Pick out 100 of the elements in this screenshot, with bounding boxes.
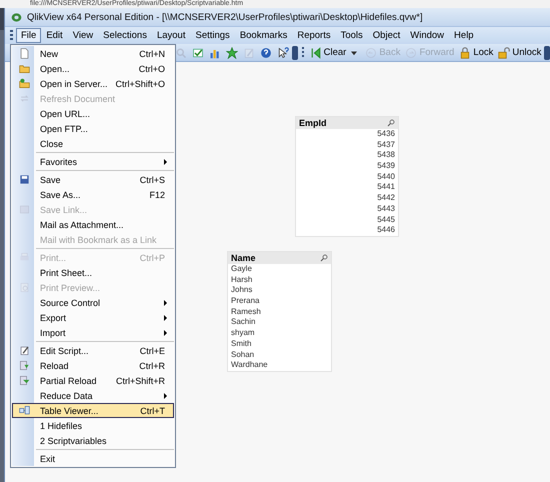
overflow-button[interactable]	[292, 46, 298, 60]
menu-item[interactable]: Reduce Data	[12, 388, 174, 403]
menu-item[interactable]: Edit Script... Ctrl+E	[12, 343, 174, 358]
list-value[interactable]: shyam	[228, 328, 331, 339]
menu-item-label: Print Sheet...	[39, 268, 94, 278]
unlock-icon	[498, 46, 510, 58]
table-icon	[18, 405, 30, 416]
back-icon	[365, 46, 378, 58]
list-value[interactable]: Sohan	[228, 350, 331, 360]
list-value[interactable]: 5442	[296, 193, 398, 204]
menu-item[interactable]: Exit	[12, 451, 174, 466]
toolbar-button[interactable]: Unlock	[496, 46, 544, 60]
menu-item[interactable]: 2 Scriptvariables	[12, 433, 174, 448]
window-title: QlikView x64 Personal Edition - [\\MCNSERVER2\UserProfiles\ptiwari\Desktop\Hidefiles.qvw*]	[27, 12, 423, 22]
list-value[interactable]: Gayle	[228, 264, 331, 275]
menu-item-label: 1 Hidefiles	[39, 420, 84, 430]
star-icon	[226, 46, 238, 58]
menu-item[interactable]: Tools	[336, 28, 368, 43]
list-value[interactable]: 5439	[296, 161, 398, 172]
menu-item[interactable]: Open in Server... Ctrl+Shift+O	[12, 76, 174, 91]
menu-item[interactable]: Open... Ctrl+O	[12, 61, 174, 76]
menu-item[interactable]: Reports	[292, 28, 336, 43]
menu-item[interactable]: Save As... F12	[12, 187, 174, 202]
list-value[interactable]: Sachin	[228, 317, 331, 328]
submenu-arrow-icon	[164, 158, 167, 164]
menu-item-label: Exit	[39, 454, 56, 464]
forward-icon	[405, 46, 418, 58]
list-value[interactable]: Johns	[228, 285, 331, 296]
list-value[interactable]: 5438	[296, 150, 398, 162]
list-value[interactable]: Ramesh	[228, 306, 331, 318]
menu-item[interactable]: Source Control	[12, 295, 174, 310]
list-value[interactable]: 5436	[296, 129, 398, 140]
toolbar-button[interactable]: Lock	[457, 46, 496, 60]
menu-item[interactable]: New Ctrl+N	[12, 46, 174, 61]
menu-item-label: Open FTP...	[39, 124, 89, 134]
menu-item[interactable]: 1 Hidefiles	[12, 418, 174, 433]
list-value[interactable]: 5440	[296, 172, 398, 182]
menu-item[interactable]: Open URL...	[12, 106, 174, 121]
menu-item-label: 2 Scriptvariables	[39, 436, 108, 446]
edit-icon	[18, 345, 30, 356]
app-icon	[11, 12, 22, 22]
menu-item-label: Reduce Data	[39, 390, 94, 400]
menu-item[interactable]: Print Sheet...	[12, 265, 174, 280]
menu-item-label: Print Preview...	[39, 282, 102, 292]
search-icon[interactable]	[387, 119, 395, 127]
menu-item[interactable]: View	[68, 28, 98, 43]
shortcut-text: Ctrl+T	[140, 406, 166, 416]
grip-handle[interactable]	[10, 30, 13, 42]
menu-item[interactable]: Close	[12, 136, 174, 151]
preview-icon	[18, 282, 30, 293]
toolbar-button[interactable]: Clear	[308, 46, 362, 60]
submenu-arrow-icon	[164, 314, 167, 320]
menu-item[interactable]: Window	[405, 28, 450, 43]
menu-item-label: Open URL...	[39, 108, 92, 118]
menu-item-label: Refresh Document	[39, 94, 116, 104]
list-value[interactable]: 5443	[296, 204, 398, 214]
menu-item[interactable]: Favorites	[12, 154, 174, 169]
menu-item[interactable]: Layout	[152, 28, 190, 43]
menu-item[interactable]: File	[16, 28, 42, 43]
overflow-button[interactable]	[544, 46, 550, 60]
search-icon	[175, 46, 187, 58]
list-value[interactable]: 5445	[296, 214, 398, 226]
star-button[interactable]	[224, 46, 240, 60]
menu-item-label: Open...	[39, 64, 71, 74]
list-value[interactable]: 5446	[296, 225, 398, 236]
menu-item[interactable]: Table Viewer... Ctrl+T	[12, 403, 174, 418]
menu-item[interactable]: Export	[12, 310, 174, 325]
list-box-title: Name	[231, 253, 256, 263]
list-value[interactable]: Harsh	[228, 274, 331, 286]
list-value[interactable]: 5441	[296, 182, 398, 194]
menu-item-label: Mail as Attachment...	[39, 220, 125, 230]
search-icon[interactable]	[320, 254, 328, 262]
menu-item-label: Favorites	[39, 156, 78, 166]
menu-item[interactable]: Open FTP...	[12, 121, 174, 136]
menu-item[interactable]: Mail as Attachment...	[12, 217, 174, 232]
menu-item[interactable]: Edit	[41, 28, 68, 43]
menu-item[interactable]: Save Ctrl+S	[12, 172, 174, 187]
menu-item[interactable]: Reload Ctrl+R	[12, 358, 174, 373]
menu-item-label: Save	[39, 174, 62, 184]
folder-icon	[18, 78, 30, 89]
menu-item[interactable]: Settings	[190, 28, 235, 43]
menu-item-label: New	[39, 48, 60, 58]
grip-handle[interactable]	[302, 46, 304, 58]
lock-icon	[459, 46, 472, 58]
list-value[interactable]: 5437	[296, 140, 398, 150]
list-value[interactable]: Wardhane	[228, 360, 331, 371]
shortcut-text: Ctrl+Shift+R	[116, 376, 166, 386]
menu-item-label: Reload	[39, 360, 70, 370]
menu-item[interactable]: Partial Reload Ctrl+Shift+R	[12, 373, 174, 388]
help-button[interactable]	[258, 46, 274, 60]
menu-item[interactable]: Import	[12, 325, 174, 340]
menu-item[interactable]: Selections	[98, 28, 152, 43]
list-value[interactable]: Prerana	[228, 296, 331, 307]
submenu-arrow-icon	[164, 392, 167, 398]
arrows-icon	[18, 93, 30, 104]
menu-item[interactable]: Bookmarks	[234, 28, 292, 43]
menu-item-label: Partial Reload	[39, 376, 98, 386]
menu-item[interactable]: Object	[368, 28, 406, 43]
menu-item[interactable]: Help	[449, 28, 479, 43]
list-value[interactable]: Smith	[228, 338, 331, 350]
